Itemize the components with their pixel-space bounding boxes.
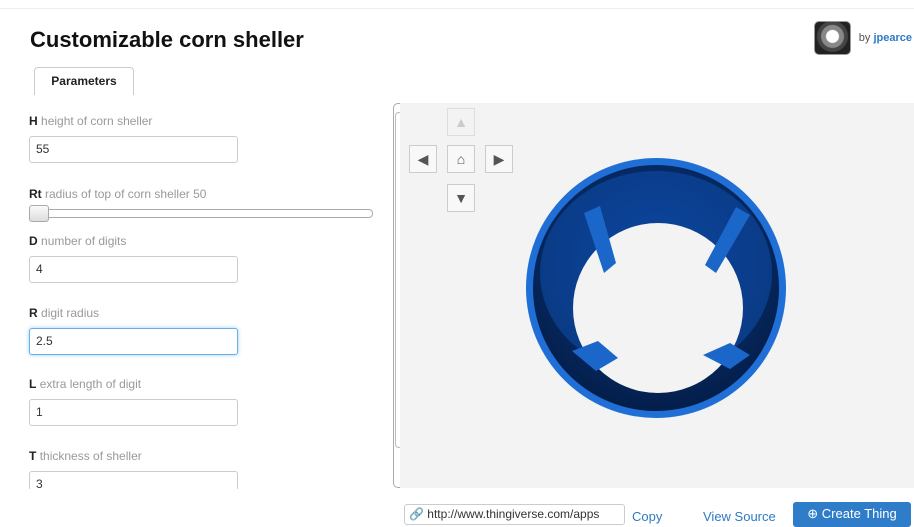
param-extra-length: L extra length of digit 1 [29,377,238,426]
param-key: R [29,306,38,320]
param-desc: height of corn sheller [41,114,153,128]
share-url-text: http://www.thingiverse.com/apps [427,507,600,521]
param-desc: digit radius [41,306,100,320]
page-title: Customizable corn sheller [30,27,304,52]
param-key: T [29,449,37,463]
create-thing-button[interactable]: ⊕ Create Thing [793,502,911,527]
footer-bar: 🔗 http://www.thingiverse.com/apps Copy V… [0,500,914,527]
create-thing-label: Create Thing [821,506,897,521]
extra-length-input[interactable]: 1 [29,399,238,426]
param-key: Rt [29,187,42,201]
param-desc: extra length of digit [39,377,142,391]
author-link[interactable]: jpearce [873,32,912,44]
thickness-input[interactable]: 3 [29,471,238,489]
plus-circle-icon: ⊕ [807,506,819,521]
share-url-field[interactable]: 🔗 http://www.thingiverse.com/apps [404,504,625,525]
param-key: L [29,377,37,391]
param-key: H [29,114,38,128]
param-height: H height of corn sheller 55 [29,114,238,163]
param-top-radius: Rt radius of top of corn sheller 50 [29,187,373,222]
param-desc: thickness of sheller [39,449,142,463]
param-desc: radius of top of corn sheller 50 [45,187,207,201]
author-info: by jpearce [813,21,912,55]
param-key: D [29,234,38,248]
height-input[interactable]: 55 [29,136,238,163]
corn-sheller-model [526,158,786,418]
link-icon: 🔗 [409,507,424,521]
param-digits: D number of digits 4 [29,234,238,283]
param-digit-radius: R digit radius 2.5 [29,306,238,355]
slider-handle[interactable] [29,205,49,222]
tab-parameters[interactable]: Parameters [34,67,134,95]
model-viewer[interactable]: ▲ ◀ ⌂ ▶ ▼ [400,103,914,488]
param-desc: number of digits [41,234,127,248]
top-bar [0,0,914,9]
digit-radius-input[interactable]: 2.5 [29,328,238,355]
view-source-link[interactable]: View Source [703,509,776,524]
param-thickness: T thickness of sheller 3 [29,449,238,489]
copy-link[interactable]: Copy [632,509,662,524]
author-prefix: by [858,32,871,44]
avatar[interactable] [813,21,851,55]
digits-input[interactable]: 4 [29,256,238,283]
top-radius-slider[interactable] [29,205,373,222]
parameters-panel: H height of corn sheller 55 Rt radius of… [0,104,390,489]
